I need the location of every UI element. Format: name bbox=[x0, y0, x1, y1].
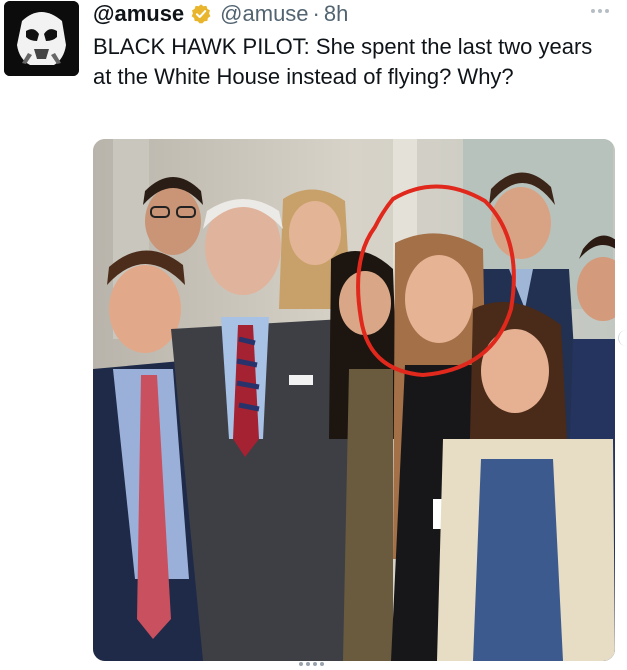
photo-illustration bbox=[93, 139, 615, 661]
tweet-header: @amuse @amuse · 8h bbox=[93, 0, 348, 28]
display-name[interactable]: @amuse bbox=[93, 1, 184, 27]
verified-badge-icon bbox=[190, 3, 212, 25]
user-handle[interactable]: @amuse bbox=[220, 1, 308, 27]
tweet-photo[interactable] bbox=[93, 139, 615, 661]
carousel-indicator bbox=[296, 662, 326, 668]
panel-edge bbox=[618, 330, 627, 346]
timestamp[interactable]: 8h bbox=[324, 1, 348, 27]
tweet-text: BLACK HAWK PILOT: She spent the last two… bbox=[93, 34, 593, 89]
separator-dot: · bbox=[312, 1, 320, 26]
stormtrooper-avatar-icon bbox=[4, 1, 79, 76]
more-options-icon[interactable] bbox=[591, 4, 615, 18]
profile-avatar[interactable] bbox=[4, 1, 79, 76]
